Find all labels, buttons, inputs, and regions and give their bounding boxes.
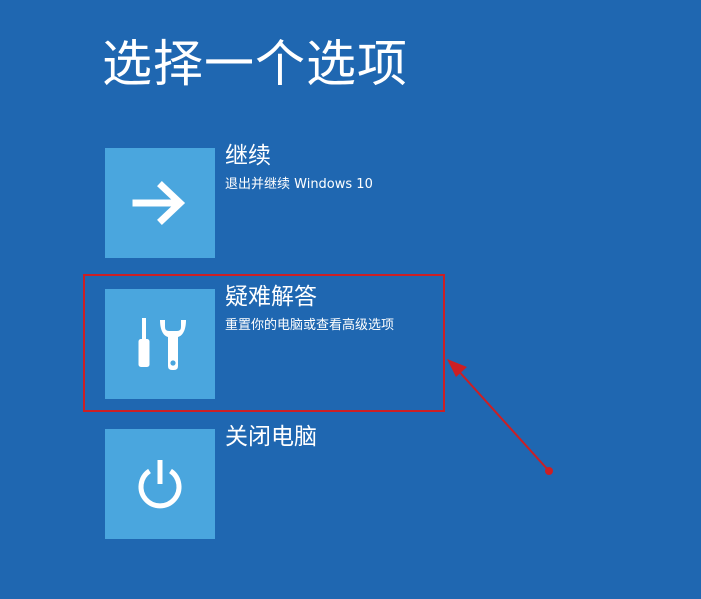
shutdown-label: 关闭电脑 [225,424,317,450]
shutdown-option[interactable]: 关闭电脑 [105,424,465,539]
page-title: 选择一个选项 [102,35,408,93]
continue-tile[interactable] [105,148,215,258]
power-icon [138,460,182,509]
annotation-highlight-box [83,274,445,412]
continue-option[interactable]: 继续 退出并继续 Windows 10 [105,143,465,258]
annotation-dot [545,467,553,475]
continue-description: 退出并继续 Windows 10 [225,177,373,192]
arrow-right-icon [132,181,186,225]
continue-label: 继续 [225,143,271,169]
shutdown-tile[interactable] [105,429,215,539]
